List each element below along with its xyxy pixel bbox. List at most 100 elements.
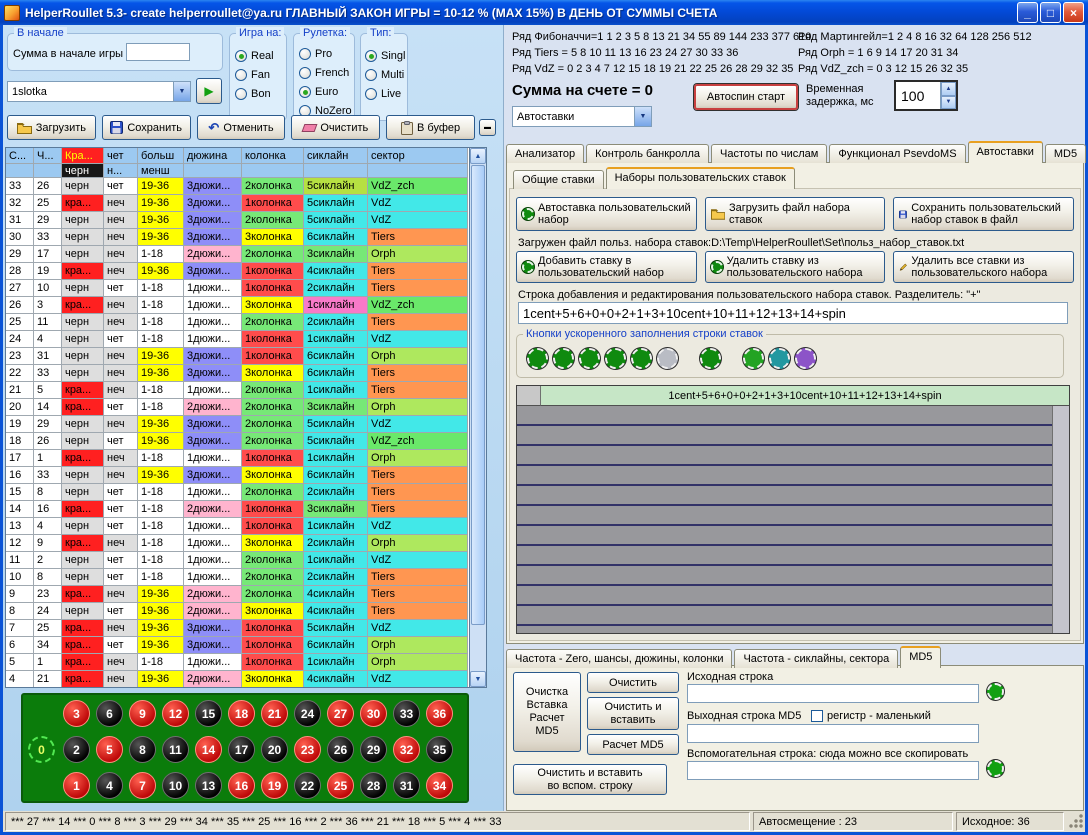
tab-2[interactable]: MD5 — [900, 646, 941, 668]
table-cell[interactable]: 1дюжи... — [184, 518, 242, 535]
board-number-31[interactable]: 31 — [393, 772, 420, 799]
table-cell[interactable]: 5сиклайн — [304, 212, 368, 229]
table-cell[interactable]: 19 — [6, 416, 34, 433]
table-cell[interactable]: 1-18 — [138, 552, 184, 569]
minimize-button[interactable]: _ — [1017, 2, 1038, 23]
table-cell[interactable]: 6сиклайн — [304, 229, 368, 246]
table-cell[interactable]: Tiers — [368, 569, 468, 586]
board-number-17[interactable]: 17 — [228, 736, 255, 763]
table-cell[interactable]: 3колонка — [242, 671, 304, 687]
save-set-file-button[interactable]: Сохранить пользовательский набор ставок … — [893, 197, 1074, 231]
table-cell[interactable]: 1колонка — [242, 348, 304, 365]
table-cell[interactable]: 5сиклайн — [304, 178, 368, 195]
table-cell[interactable]: 1дюжи... — [184, 569, 242, 586]
start-sum-input[interactable] — [126, 43, 190, 61]
history-scrollbar[interactable]: ▲ ▼ — [469, 148, 486, 687]
table-cell[interactable]: 15 — [6, 484, 34, 501]
table-cell[interactable]: 2дюжи... — [184, 603, 242, 620]
tab-1[interactable]: Контроль банкролла — [586, 144, 709, 163]
table-cell[interactable]: 1колонка — [242, 331, 304, 348]
table-cell[interactable]: 3дюжи... — [184, 348, 242, 365]
table-cell[interactable]: VdZ — [368, 620, 468, 637]
table-cell[interactable]: 1 — [34, 450, 62, 467]
table-cell[interactable]: 25 — [34, 195, 62, 212]
board-number-7[interactable]: 7 — [129, 772, 156, 799]
bet-chip-button[interactable] — [795, 348, 816, 369]
board-number-28[interactable]: 28 — [360, 772, 387, 799]
table-cell[interactable]: 2сиклайн — [304, 535, 368, 552]
table-cell[interactable]: кра... — [62, 263, 104, 280]
table-cell[interactable]: VdZ — [368, 331, 468, 348]
table-cell[interactable]: черн — [62, 552, 104, 569]
table-cell[interactable]: 19-36 — [138, 586, 184, 603]
table-cell[interactable]: 1-18 — [138, 518, 184, 535]
table-cell[interactable]: неч — [104, 195, 138, 212]
table-cell[interactable]: 1-18 — [138, 501, 184, 518]
bet-list-row[interactable] — [517, 566, 1052, 586]
autobet-custom-set-button[interactable]: Автоставка пользовательский набор — [516, 197, 697, 231]
table-cell[interactable]: 19-36 — [138, 365, 184, 382]
undo-button[interactable]: ↶Отменить — [197, 115, 286, 140]
bet-list-row[interactable] — [517, 446, 1052, 466]
table-cell[interactable]: неч — [104, 535, 138, 552]
table-cell[interactable]: черн — [62, 467, 104, 484]
table-cell[interactable]: Tiers — [368, 484, 468, 501]
table-cell[interactable]: 2колонка — [242, 382, 304, 399]
board-number-5[interactable]: 5 — [96, 736, 123, 763]
table-cell[interactable]: 3дюжи... — [184, 637, 242, 654]
table-cell[interactable]: 2 — [34, 552, 62, 569]
table-cell[interactable]: черн — [62, 331, 104, 348]
table-cell[interactable]: 19-36 — [138, 195, 184, 212]
md5-lowercase-checkbox[interactable] — [811, 710, 823, 722]
bet-list-row[interactable] — [517, 426, 1052, 446]
table-cell[interactable]: 1колонка — [242, 637, 304, 654]
table-cell[interactable]: черн — [62, 569, 104, 586]
bet-list-row[interactable] — [517, 466, 1052, 486]
table-cell[interactable]: 3колонка — [242, 603, 304, 620]
board-number-24[interactable]: 24 — [294, 700, 321, 727]
table-cell[interactable]: Tiers — [368, 280, 468, 297]
table-cell[interactable]: 23 — [34, 586, 62, 603]
bet-chip-button[interactable] — [527, 348, 548, 369]
table-cell[interactable]: 1-18 — [138, 280, 184, 297]
table-cell[interactable]: 6 — [6, 637, 34, 654]
board-number-21[interactable]: 21 — [261, 700, 288, 727]
table-cell[interactable]: 2колонка — [242, 399, 304, 416]
table-cell[interactable]: 19-36 — [138, 263, 184, 280]
table-cell[interactable]: неч — [104, 229, 138, 246]
table-cell[interactable]: 19-36 — [138, 603, 184, 620]
table-cell[interactable]: 3сиклайн — [304, 399, 368, 416]
table-cell[interactable]: 2колонка — [242, 212, 304, 229]
table-cell[interactable]: 1-18 — [138, 314, 184, 331]
table-cell[interactable]: 6сиклайн — [304, 365, 368, 382]
table-cell[interactable]: VdZ_zch — [368, 433, 468, 450]
radio-euro[interactable]: Euro — [299, 82, 352, 101]
bet-list-row[interactable] — [517, 506, 1052, 526]
board-number-8[interactable]: 8 — [129, 736, 156, 763]
table-cell[interactable]: кра... — [62, 382, 104, 399]
tab-0[interactable]: Общие ставки — [513, 170, 604, 189]
md5-source-input[interactable] — [687, 684, 979, 703]
table-cell[interactable]: кра... — [62, 195, 104, 212]
table-cell[interactable]: 25 — [34, 620, 62, 637]
bet-chip-button[interactable] — [657, 348, 678, 369]
spin-up-icon[interactable]: ▲ — [941, 82, 956, 96]
md5-clear-paste-helper-button[interactable]: Очистить и вставить во вспом. строку — [513, 764, 667, 795]
table-cell[interactable]: 29 — [34, 416, 62, 433]
table-cell[interactable]: 2колонка — [242, 586, 304, 603]
table-cell[interactable]: черн — [62, 484, 104, 501]
table-cell[interactable]: неч — [104, 416, 138, 433]
board-number-3[interactable]: 3 — [63, 700, 90, 727]
table-cell[interactable]: кра... — [62, 671, 104, 687]
table-cell[interactable]: 6сиклайн — [304, 637, 368, 654]
table-cell[interactable]: 3дюжи... — [184, 620, 242, 637]
table-cell[interactable]: 8 — [6, 603, 34, 620]
md5-clear-button[interactable]: Очистить — [587, 672, 679, 693]
table-cell[interactable]: 2дюжи... — [184, 246, 242, 263]
table-cell[interactable]: 7 — [6, 620, 34, 637]
table-cell[interactable]: 19-36 — [138, 348, 184, 365]
table-cell[interactable]: неч — [104, 620, 138, 637]
table-cell[interactable]: 1дюжи... — [184, 331, 242, 348]
table-cell[interactable]: 5 — [6, 654, 34, 671]
table-cell[interactable]: 1дюжи... — [184, 314, 242, 331]
